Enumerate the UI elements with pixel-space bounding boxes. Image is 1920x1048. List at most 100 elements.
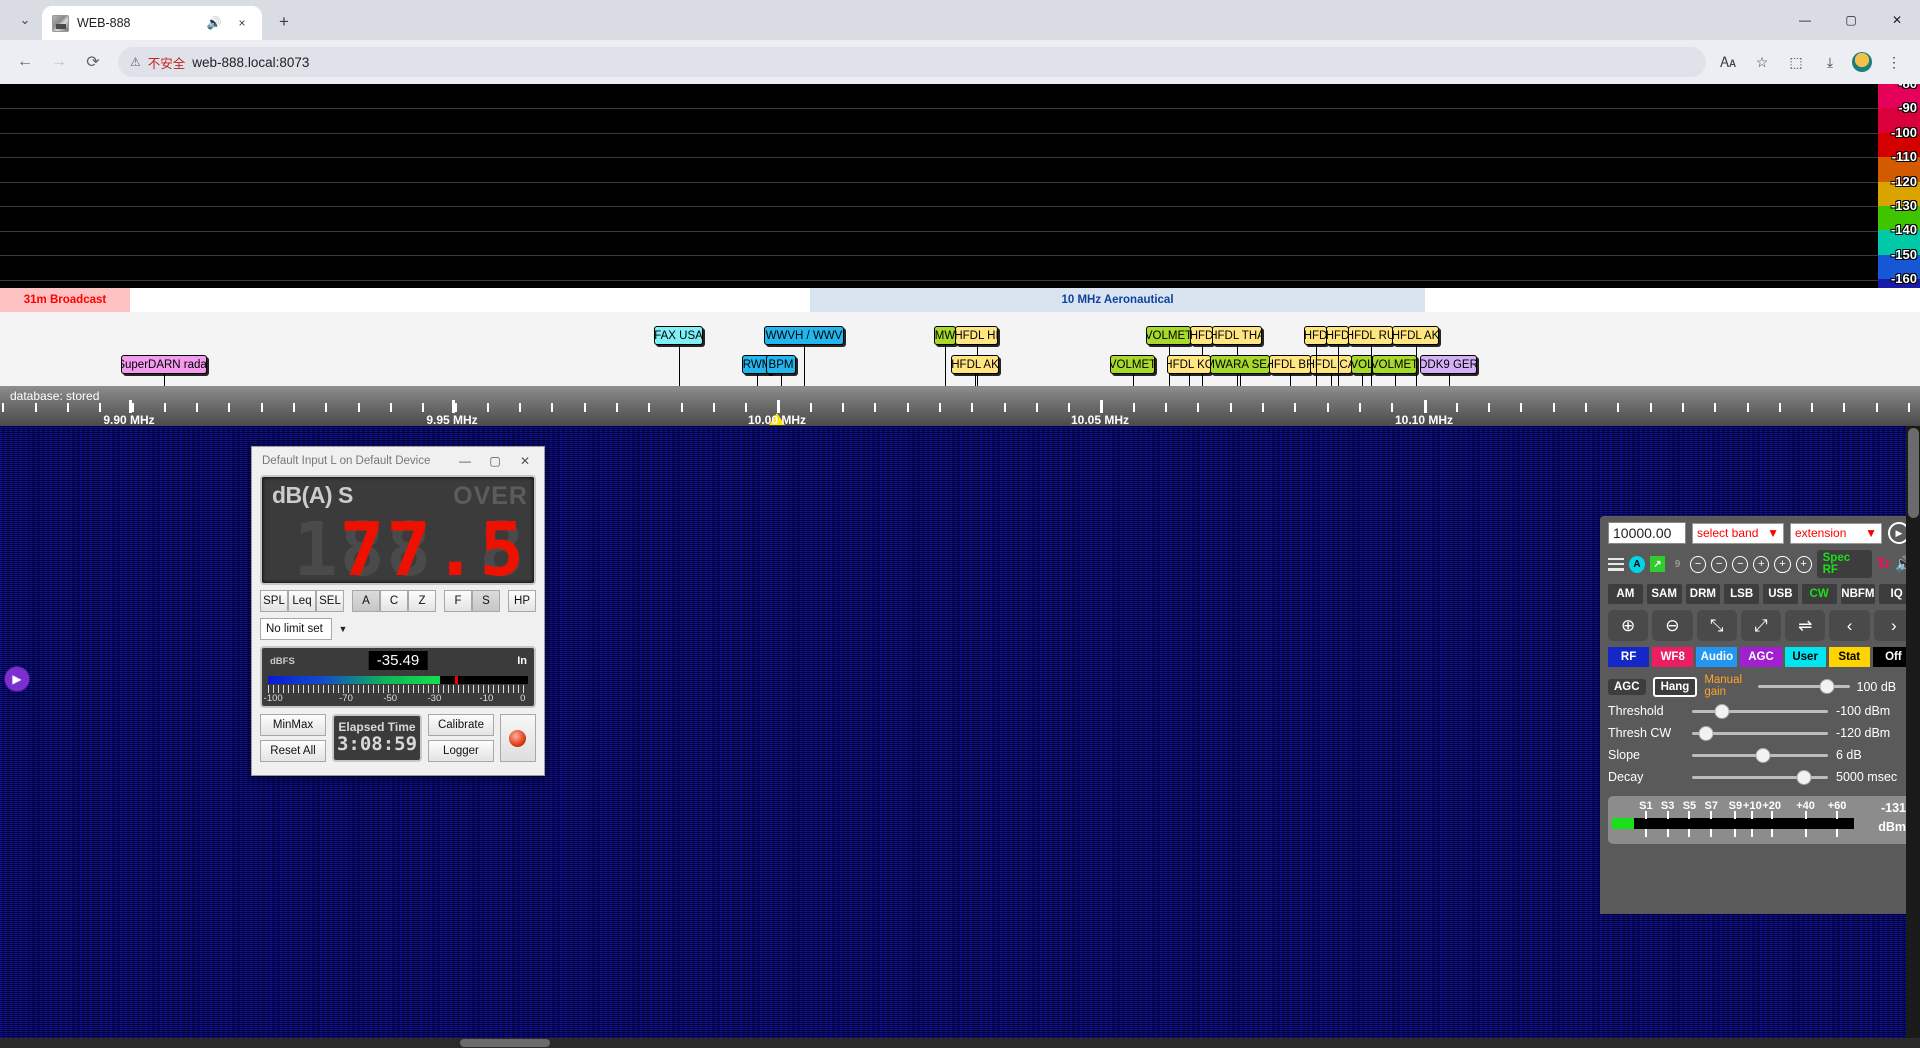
control-tab-agc[interactable]: AGC <box>1740 647 1782 667</box>
spl-time-slow-button[interactable]: S <box>472 590 500 612</box>
spl-mode-spl-button[interactable]: SPL <box>260 590 288 612</box>
control-tab-stat[interactable]: Stat <box>1828 647 1870 667</box>
zoom-out-2-icon[interactable]: − <box>1711 555 1728 573</box>
reload-button[interactable]: ⟳ <box>78 47 108 77</box>
profile-avatar[interactable] <box>1852 52 1872 72</box>
zoom-in-1-icon[interactable]: + <box>1753 555 1770 573</box>
station-label[interactable]: VOLMET <box>1146 326 1191 345</box>
spl-titlebar[interactable]: Default Input L on Default Device — ▢ ✕ <box>252 447 544 475</box>
zoom-out-3-icon[interactable]: − <box>1732 555 1749 573</box>
horizontal-scrollbar[interactable] <box>0 1038 1920 1048</box>
tab-search-caret-icon[interactable]: ⌄ <box>8 3 42 37</box>
frequency-input[interactable]: 10000.00 <box>1608 522 1686 544</box>
control-tab-user[interactable]: User <box>1784 647 1826 667</box>
spl-weight-a-button[interactable]: A <box>352 590 380 612</box>
mode-button-drm[interactable]: DRM <box>1685 584 1721 604</box>
station-label[interactable]: VOLMET <box>1110 355 1155 374</box>
control-tab-rf[interactable]: RF <box>1608 647 1650 667</box>
station-label[interactable]: HFD <box>1304 326 1327 345</box>
signal-chip-icon[interactable]: ↗ <box>1649 556 1666 572</box>
mode-button-lsb[interactable]: LSB <box>1724 584 1759 604</box>
station-label[interactable]: HFDL RU <box>1348 326 1393 345</box>
menu-kebab-icon[interactable]: ⋮ <box>1882 50 1906 74</box>
horizontal-scroll-thumb[interactable] <box>460 1039 550 1047</box>
vertical-scroll-thumb[interactable] <box>1908 428 1919 518</box>
spec-rf-button[interactable]: Spec RF <box>1816 550 1872 578</box>
window-close-button[interactable]: ✕ <box>1874 0 1920 40</box>
spl-meter-window[interactable]: Default Input L on Default Device — ▢ ✕ … <box>251 446 545 776</box>
station-label[interactable]: FAX USA <box>654 326 703 345</box>
spl-logger-button[interactable]: Logger <box>427 740 494 762</box>
spectrum-display[interactable]: -80 -90 -100 -110 -120 -130 -140 -150 -160 <box>0 84 1920 288</box>
station-label[interactable]: HFDL THA <box>1212 326 1262 345</box>
mode-button-sam[interactable]: SAM <box>1646 584 1682 604</box>
spl-close-button[interactable]: ✕ <box>510 448 540 474</box>
station-label[interactable]: BPM <box>766 355 796 374</box>
spl-calibrate-button[interactable]: Calibrate <box>427 714 494 736</box>
slider-track-slope[interactable] <box>1692 746 1828 764</box>
station-label[interactable]: HFDL AK <box>951 355 999 374</box>
browser-tab[interactable]: WEB-888 🔊 × <box>42 6 262 40</box>
station-label[interactable]: DDK9 GER <box>1420 355 1477 374</box>
spl-limit-caret-icon[interactable]: ▼ <box>332 618 354 640</box>
station-label[interactable]: HFDL BR <box>1269 355 1311 374</box>
station-label[interactable]: HFDL AK <box>1392 326 1439 345</box>
slider-track-threshold[interactable] <box>1692 702 1828 720</box>
slider-knob[interactable] <box>1755 747 1771 763</box>
new-tab-button[interactable]: + <box>270 8 298 36</box>
waterfall-display[interactable]: ▶ Default Input L on Default Device — ▢ … <box>0 426 1920 1048</box>
spl-minmax-button[interactable]: MinMax <box>260 714 326 736</box>
slider-track-thresh-cw[interactable] <box>1692 724 1828 742</box>
station-label[interactable]: SuperDARN radar <box>121 355 207 374</box>
zoom-in-2-icon[interactable]: + <box>1774 555 1791 573</box>
control-tab-audio[interactable]: Audio <box>1696 647 1738 667</box>
control-tab-wf8[interactable]: WF8 <box>1652 647 1694 667</box>
slider-track-decay[interactable] <box>1692 768 1828 786</box>
slider-knob[interactable] <box>1796 769 1812 785</box>
slider-knob[interactable] <box>1714 703 1730 719</box>
forward-button[interactable]: → <box>44 47 74 77</box>
zoom-expand-icon[interactable]: ⤢ <box>1740 610 1782 641</box>
spl-mode-leq-button[interactable]: Leq <box>288 590 316 612</box>
tab-close-icon[interactable]: × <box>232 13 252 33</box>
band-segment[interactable]: 10 MHz Aeronautical <box>810 288 1425 312</box>
translate-icon[interactable]: 🗛 <box>1716 50 1740 74</box>
zoom-out-icon[interactable]: ⊖ <box>1652 610 1693 641</box>
slider-knob[interactable] <box>1698 725 1714 741</box>
back-button[interactable]: ← <box>10 47 40 77</box>
window-maximize-button[interactable]: ▢ <box>1828 0 1874 40</box>
station-label[interactable]: HFDL HI <box>955 326 998 345</box>
spl-time-fast-button[interactable]: F <box>444 590 472 612</box>
address-bar[interactable]: ⚠ 不安全 web-888.local:8073 <box>118 47 1706 77</box>
spl-mode-sel-button[interactable]: SEL <box>316 590 344 612</box>
hang-toggle-button[interactable]: Hang <box>1652 676 1698 697</box>
manual-gain-slider[interactable] <box>1757 678 1850 696</box>
spl-weight-c-button[interactable]: C <box>380 590 408 612</box>
station-label[interactable]: MWARA SEA <box>1210 355 1270 374</box>
window-minimize-button[interactable]: — <box>1782 0 1828 40</box>
spl-maximize-button[interactable]: ▢ <box>480 448 510 474</box>
station-label[interactable]: HFDL KO <box>1167 355 1211 374</box>
station-label[interactable]: HFD <box>1326 326 1349 345</box>
pan-icon[interactable]: ⇌ <box>1785 610 1826 641</box>
agc-toggle-button[interactable]: AGC <box>1608 678 1646 695</box>
station-label[interactable]: MW <box>934 326 956 345</box>
mode-button-am[interactable]: AM <box>1608 584 1643 604</box>
bookmark-star-icon[interactable]: ☆ <box>1750 50 1774 74</box>
spl-limit-select[interactable]: No limit set <box>260 618 332 640</box>
zoom-in-icon[interactable]: ⊕ <box>1608 610 1649 641</box>
zoom-out-1-icon[interactable]: − <box>1690 555 1707 573</box>
station-label[interactable]: VOLMET <box>1372 355 1417 374</box>
spl-resetall-button[interactable]: Reset All <box>260 740 326 762</box>
manual-gain-knob[interactable] <box>1819 679 1835 695</box>
extensions-icon[interactable]: ⬚ <box>1784 50 1808 74</box>
spl-highpass-button[interactable]: HP <box>508 590 536 612</box>
prev-icon[interactable]: ‹ <box>1829 610 1870 641</box>
antenna-chip-icon[interactable]: A <box>1628 555 1645 573</box>
mode-button-nbfm[interactable]: NBFM <box>1840 584 1876 604</box>
waterfall-play-button[interactable]: ▶ <box>4 666 30 692</box>
spl-record-button[interactable] <box>499 714 536 762</box>
spl-minimize-button[interactable]: — <box>450 448 480 474</box>
band-select-dropdown[interactable]: select band ▼ <box>1692 522 1784 544</box>
spl-weight-z-button[interactable]: Z <box>408 590 436 612</box>
